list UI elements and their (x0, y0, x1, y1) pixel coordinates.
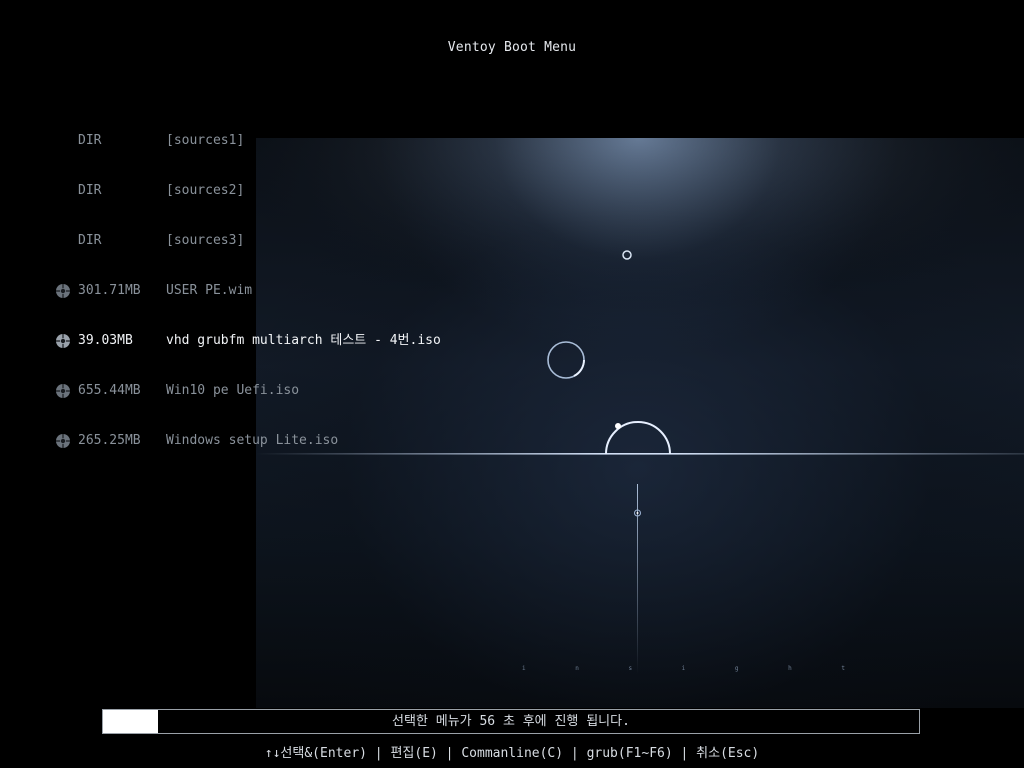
menu-item-windows-setup[interactable]: 265.25MB Windows setup Lite.iso (52, 428, 612, 454)
wallpaper-art (256, 138, 1024, 674)
item-name: [sources1] (166, 133, 245, 148)
item-name: [sources2] (166, 183, 245, 198)
menu-item-sources3[interactable]: DIR [sources3] (52, 228, 612, 254)
item-name: [sources3] (166, 233, 245, 248)
item-name: USER PE.wim (166, 283, 253, 298)
background-wallpaper: i n s i g h t (256, 138, 1024, 708)
menu-item-sources2[interactable]: DIR [sources2] (52, 178, 612, 204)
item-size: DIR (78, 183, 102, 198)
hotkey-cmdline: Commanline(C) (461, 746, 564, 761)
wallpaper-caption: i n s i g h t (522, 665, 868, 672)
separator: | (366, 746, 391, 761)
item-size: 655.44MB (78, 383, 141, 398)
item-name: Windows setup Lite.iso (166, 433, 339, 448)
separator: | (563, 746, 587, 761)
item-name: Win10 pe Uefi.iso (166, 383, 300, 398)
separator: | (672, 746, 697, 761)
countdown-text: 선택한 메뉴가 56 초 후에 진행 됩니다. (392, 714, 630, 729)
separator: | (437, 746, 462, 761)
hotkey-grub: grub(F1~F6) (586, 746, 673, 761)
hotkey-cancel: 취소(Esc) (696, 746, 760, 761)
disc-icon (56, 384, 70, 398)
item-size: 301.71MB (78, 283, 141, 298)
menu-item-sources1[interactable]: DIR [sources1] (52, 128, 612, 154)
item-size: 39.03MB (78, 333, 133, 348)
menu-item-vhd-grubfm[interactable]: 39.03MB vhd grubfm multiarch 테스트 - 4번.is… (52, 328, 612, 354)
item-name: vhd grubfm multiarch 테스트 - 4번.iso (166, 333, 441, 348)
disc-icon (56, 334, 70, 348)
menu-item-win10-pe[interactable]: 655.44MB Win10 pe Uefi.iso (52, 378, 612, 404)
disc-icon (56, 434, 70, 448)
hotkey-edit: 편집(E) (390, 746, 438, 761)
disc-icon (56, 284, 70, 298)
item-size: DIR (78, 133, 102, 148)
hotkey-bar: ↑↓선택&(Enter) | 편집(E) | Commanline(C) | g… (0, 742, 1024, 761)
boot-screen: i n s i g h t Ventoy Boot Menu DIR [sour… (0, 0, 1024, 768)
menu-title: Ventoy Boot Menu (447, 40, 577, 55)
item-size: 265.25MB (78, 433, 141, 448)
menu-item-user-pe[interactable]: 301.71MB USER PE.wim (52, 278, 612, 304)
countdown-progress-bar: 선택한 메뉴가 56 초 후에 진행 됩니다. (102, 709, 920, 734)
hotkey-select: ↑↓선택&(Enter) (264, 746, 367, 761)
item-size: DIR (78, 233, 102, 248)
